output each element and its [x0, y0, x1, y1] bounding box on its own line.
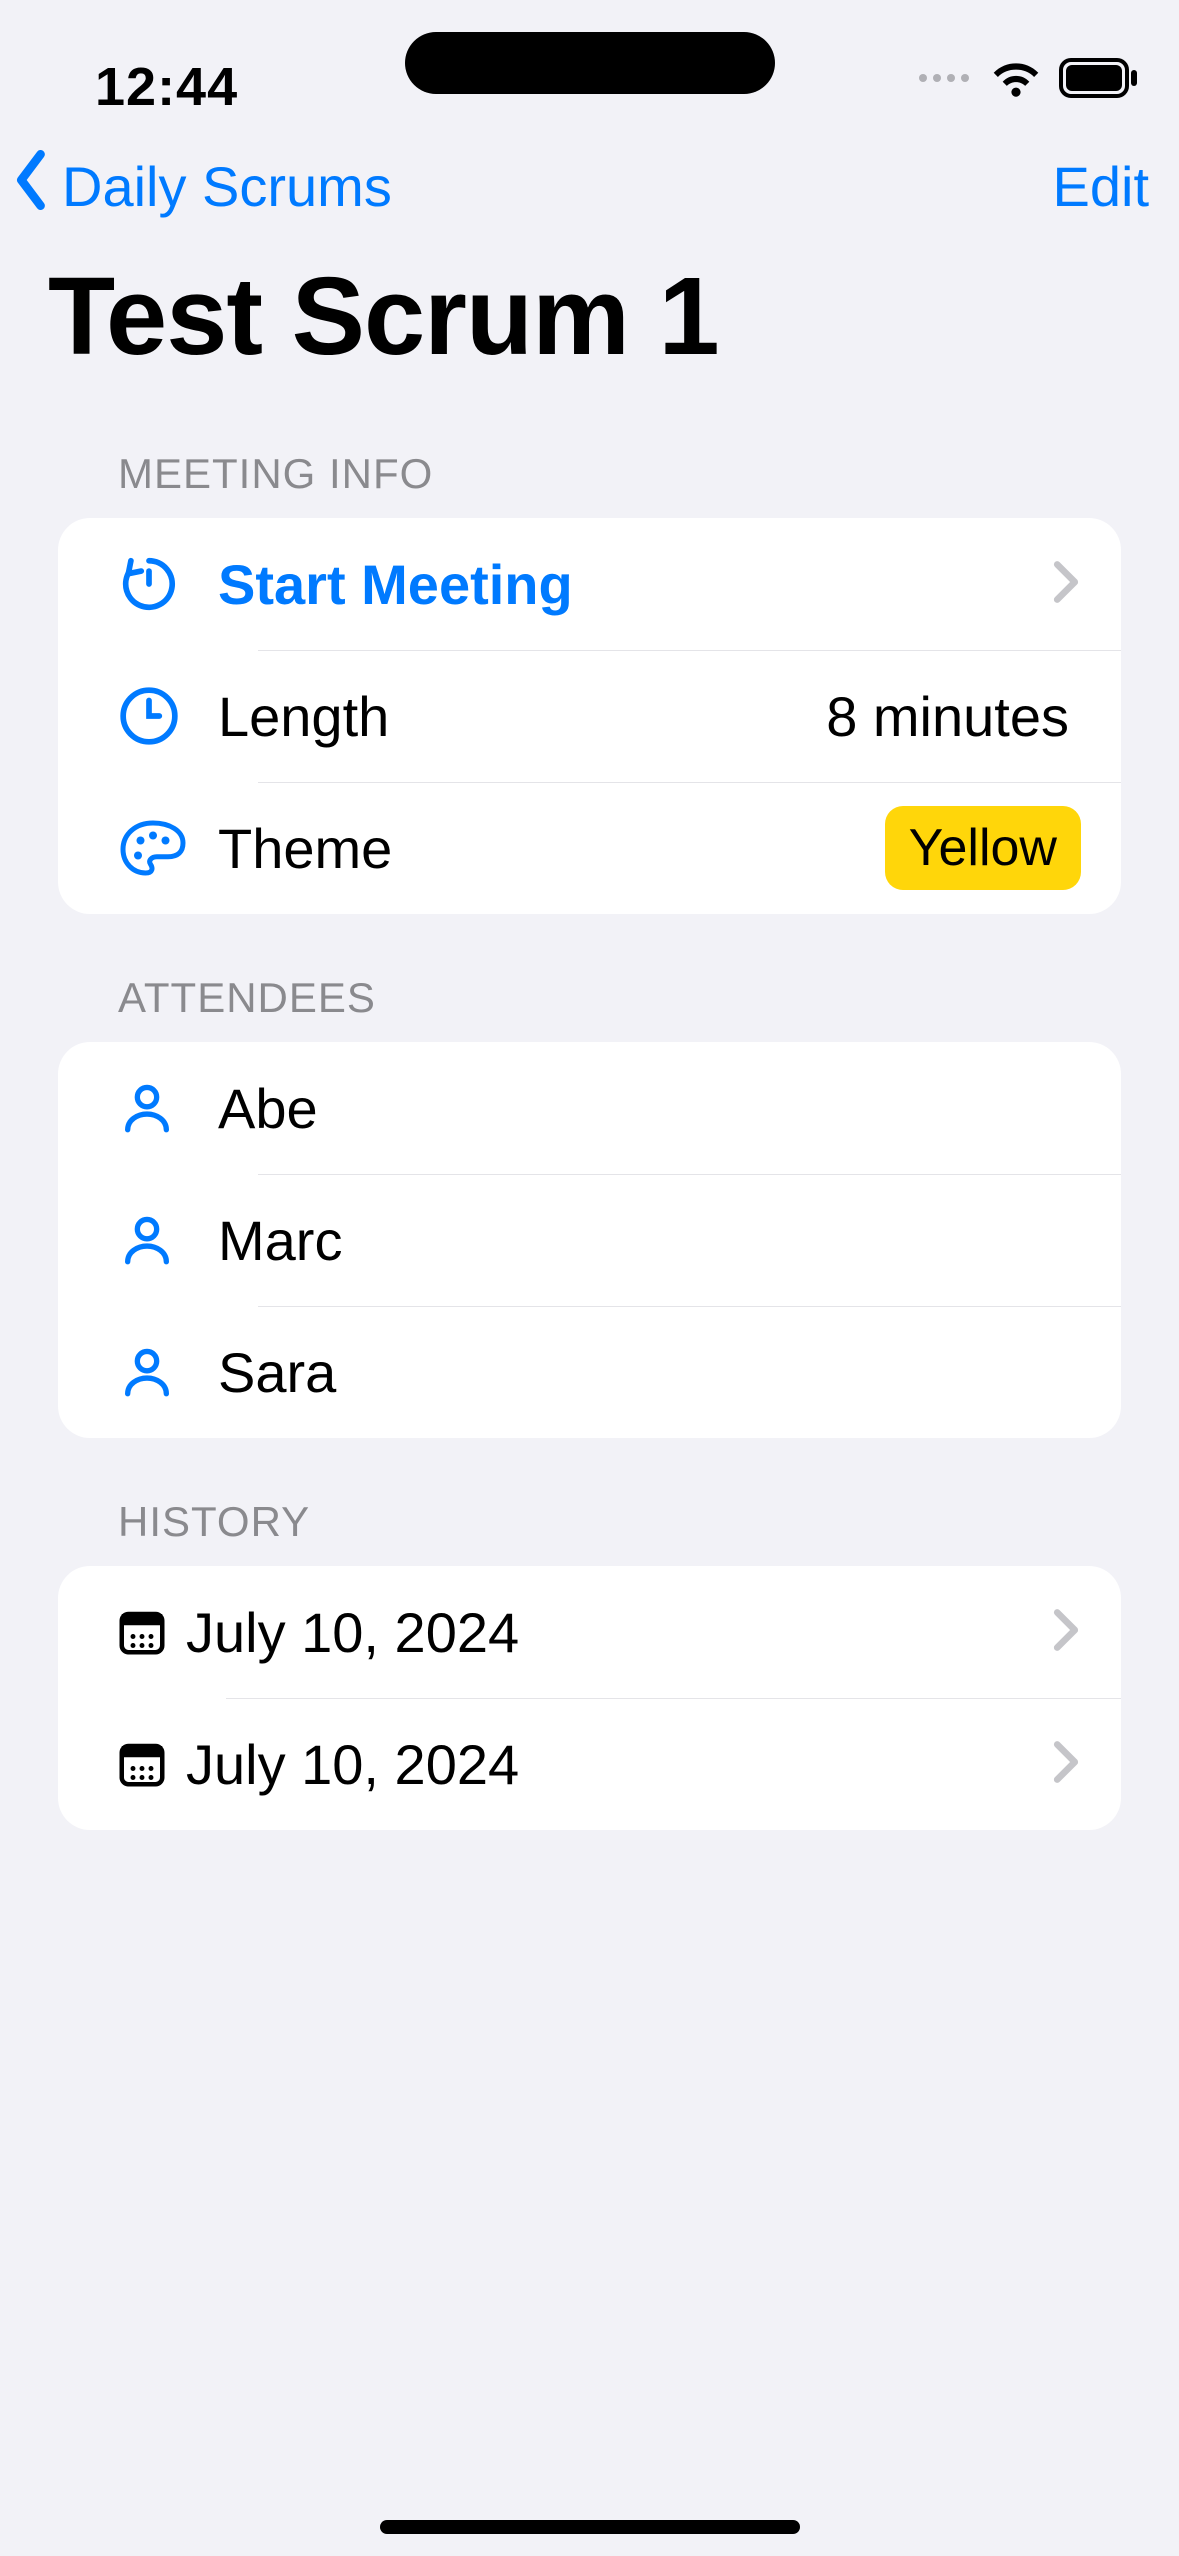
section-header-history: History [0, 1438, 1179, 1566]
chevron-right-icon [1041, 1740, 1081, 1789]
person-icon [98, 1211, 218, 1269]
history-date: July 10, 2024 [186, 1600, 1041, 1665]
chevron-right-icon [1041, 560, 1081, 609]
history-row[interactable]: July 10, 2024 [58, 1698, 1121, 1830]
start-meeting-row[interactable]: Start Meeting [58, 518, 1121, 650]
section-header-attendees: Attendees [0, 914, 1179, 1042]
person-icon [98, 1343, 218, 1401]
back-button[interactable]: Daily Scrums [8, 150, 392, 223]
length-label: Length [218, 684, 826, 749]
nav-bar: Daily Scrums Edit [0, 130, 1179, 233]
attendee-name: Sara [218, 1340, 1081, 1405]
chevron-left-icon [8, 150, 56, 223]
pagination-dots-icon [919, 74, 969, 82]
attendee-row: Sara [58, 1306, 1121, 1438]
history-row[interactable]: July 10, 2024 [58, 1566, 1121, 1698]
chevron-right-icon [1041, 1608, 1081, 1657]
attendee-name: Marc [218, 1208, 1081, 1273]
person-icon [98, 1079, 218, 1137]
attendee-row: Marc [58, 1174, 1121, 1306]
home-indicator[interactable] [380, 2520, 800, 2534]
attendee-row: Abe [58, 1042, 1121, 1174]
clock-icon [98, 685, 218, 747]
length-row: Length 8 minutes [58, 650, 1121, 782]
edit-button[interactable]: Edit [1053, 154, 1150, 219]
page-title: Test Scrum 1 [0, 233, 1179, 410]
wifi-icon [991, 59, 1041, 97]
section-header-meeting-info: Meeting Info [0, 410, 1179, 518]
history-date: July 10, 2024 [186, 1732, 1041, 1797]
back-label: Daily Scrums [60, 154, 392, 219]
status-time: 12:44 [95, 56, 238, 118]
dynamic-island [405, 32, 775, 94]
calendar-icon [98, 1605, 186, 1659]
timer-icon [98, 553, 218, 615]
battery-icon [1059, 58, 1139, 98]
status-bar: 12:44 [0, 0, 1179, 130]
paintpalette-icon [98, 817, 218, 879]
start-meeting-label: Start Meeting [218, 552, 1041, 617]
theme-badge: Yellow [885, 806, 1081, 890]
attendee-name: Abe [218, 1076, 1081, 1141]
meeting-info-card: Start Meeting Length 8 minutes Theme Yel… [58, 518, 1121, 914]
length-value: 8 minutes [826, 684, 1081, 749]
calendar-icon [98, 1737, 186, 1791]
status-right-icons [919, 58, 1139, 98]
attendees-card: Abe Marc Sara [58, 1042, 1121, 1438]
history-card: July 10, 2024 July 10, 2024 [58, 1566, 1121, 1830]
theme-row: Theme Yellow [58, 782, 1121, 914]
theme-label: Theme [218, 816, 885, 881]
